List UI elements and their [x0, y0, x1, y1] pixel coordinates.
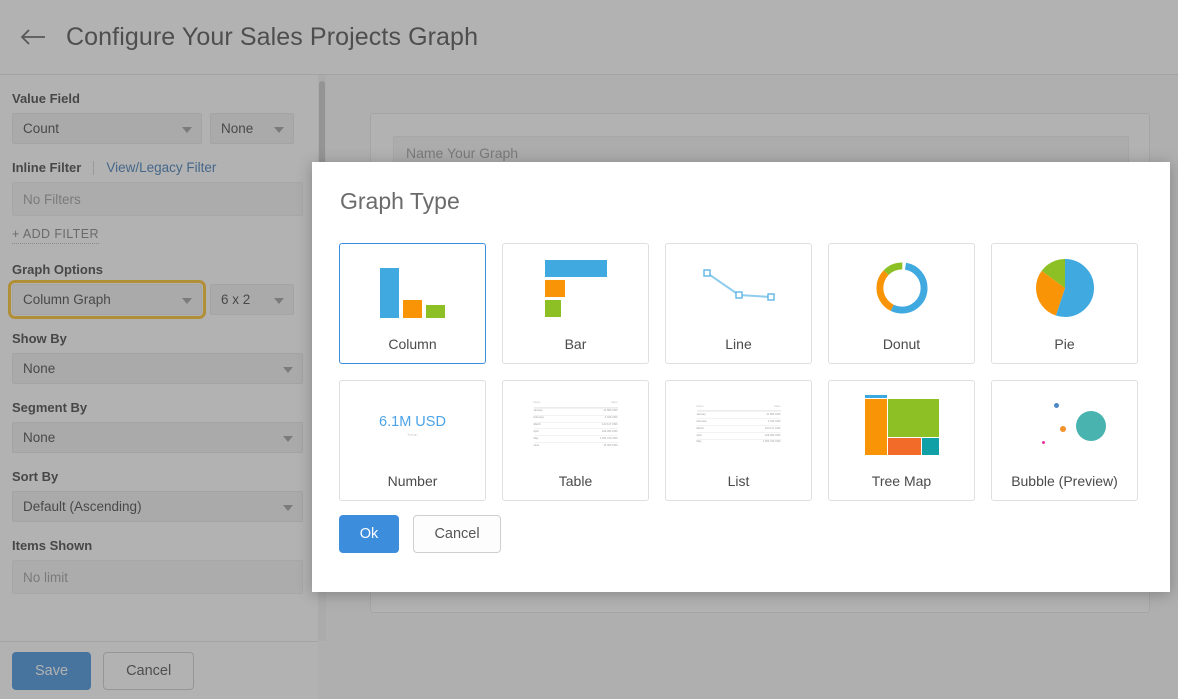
table-row: June 15 450 USD	[533, 442, 618, 449]
table-cell: May	[533, 436, 539, 440]
graph-type-card-donut[interactable]: Donut	[828, 243, 975, 364]
graph-type-label: Tree Map	[871, 473, 932, 489]
list-item: Name Value	[696, 404, 781, 412]
list-item: May 1 250 740 USD	[696, 438, 781, 446]
table-thumb-grid: Name Value January 41 580 USD February 4…	[533, 401, 618, 449]
app-root: Configure Your Sales Projects Graph Valu…	[0, 0, 1178, 699]
graph-type-card-grid: Column Bar Line Donut Pie 6.1M USD Total…	[339, 243, 1138, 501]
table-header-cell: Value	[611, 401, 618, 405]
treemap-tile	[921, 438, 939, 455]
modal-cancel-button[interactable]: Cancel	[413, 515, 501, 553]
list-item: February 4 040 USD	[696, 418, 781, 425]
graph-type-card-bubble[interactable]: Bubble (Preview)	[991, 380, 1138, 501]
bubble-chart-thumb	[992, 389, 1137, 461]
graph-type-modal: Graph Type Column Bar Line Donut Pie 6.1…	[312, 162, 1170, 592]
graph-type-label: Table	[558, 473, 593, 489]
treemap-tile	[887, 399, 939, 437]
treemap-tile	[864, 399, 887, 455]
number-thumb: 6.1M USD Total	[340, 389, 485, 461]
graph-type-label: Donut	[882, 336, 921, 352]
table-row: May 1 250 740 USD	[533, 435, 618, 442]
table-header-cell: Name	[533, 401, 541, 405]
graph-type-card-line[interactable]: Line	[665, 243, 812, 364]
table-cell: February	[533, 416, 544, 420]
table-cell: June	[533, 443, 540, 447]
modal-actions: Ok Cancel	[339, 515, 501, 553]
graph-type-label: Number	[387, 473, 438, 489]
table-row: January 41 580 USD	[533, 407, 618, 415]
list-item: January 41 580 USD	[696, 411, 781, 418]
pie-chart-thumb	[992, 252, 1137, 324]
graph-type-label: Bar	[564, 336, 587, 352]
list-cell: April	[696, 433, 702, 437]
table-cell: 123 117 USD	[602, 423, 618, 427]
graph-type-card-number[interactable]: 6.1M USD Total Number	[339, 380, 486, 501]
line-chart-thumb	[666, 252, 811, 324]
table-cell: April	[533, 430, 539, 434]
modal-title: Graph Type	[340, 188, 460, 214]
graph-type-card-column[interactable]: Column	[339, 243, 486, 364]
list-cell: 123 117 USD	[765, 426, 781, 430]
treemap-tile	[887, 438, 921, 455]
list-cell: 109 280 USD	[764, 433, 781, 437]
donut-chart-thumb	[829, 252, 974, 324]
bar-segment	[380, 268, 399, 318]
list-cell: February	[696, 419, 707, 423]
graph-type-label: Pie	[1054, 336, 1075, 352]
graph-type-card-table[interactable]: Name Value January 41 580 USD February 4…	[502, 380, 649, 501]
column-chart-thumb	[340, 252, 485, 324]
bubble-marker	[1075, 411, 1106, 441]
graph-type-card-pie[interactable]: Pie	[991, 243, 1138, 364]
bar-chart-thumb	[503, 252, 648, 324]
list-item: April 109 280 USD	[696, 431, 781, 439]
list-header-cell: Value	[774, 404, 781, 408]
treemap-tile	[864, 395, 887, 398]
graph-type-card-tree-map[interactable]: Tree Map	[828, 380, 975, 501]
list-cell: January	[696, 412, 706, 416]
bar-segment	[426, 305, 445, 318]
number-thumb-value: 6.1M USD	[379, 413, 446, 430]
graph-type-label: Bubble (Preview)	[1011, 473, 1118, 489]
table-cell: 4 040 USD	[604, 416, 618, 420]
table-row: Name Value	[533, 401, 618, 408]
bar-segment	[544, 299, 561, 317]
list-cell: March	[696, 426, 704, 430]
bar-segment	[544, 259, 607, 277]
table-cell: 15 450 USD	[603, 443, 618, 447]
list-cell: May	[696, 440, 702, 444]
list-cell: 4 040 USD	[767, 419, 781, 423]
table-row: April 109 280 USD	[533, 428, 618, 435]
bar-segment	[544, 279, 565, 297]
graph-type-label: Column	[388, 336, 437, 352]
list-header-cell: Name	[696, 404, 704, 408]
bubble-marker	[1059, 426, 1066, 432]
table-cell: 41 580 USD	[603, 409, 618, 413]
table-cell: 109 280 USD	[601, 430, 618, 434]
table-row: February 4 040 USD	[533, 414, 618, 422]
graph-type-label: Line	[725, 336, 752, 352]
graph-type-card-list[interactable]: Name Value January 41 580 USD February 4…	[665, 380, 812, 501]
bubble-marker	[1053, 403, 1059, 408]
ok-button[interactable]: Ok	[339, 515, 399, 553]
bubble-marker	[1041, 441, 1045, 444]
table-cell: 1 250 740 USD	[599, 436, 618, 440]
number-thumb-sub: Total	[407, 431, 418, 437]
table-cell: March	[533, 423, 541, 427]
list-cell: 41 580 USD	[766, 412, 781, 416]
graph-type-card-bar[interactable]: Bar	[502, 243, 649, 364]
table-row: March 123 117 USD	[533, 421, 618, 429]
bar-segment	[403, 300, 422, 318]
list-thumb-grid: Name Value January 41 580 USD February 4…	[696, 404, 781, 446]
list-thumb: Name Value January 41 580 USD February 4…	[666, 389, 811, 461]
table-cell: January	[533, 409, 543, 413]
list-cell: 1 250 740 USD	[762, 440, 781, 444]
graph-type-label: List	[727, 473, 750, 489]
list-item: March 123 117 USD	[696, 425, 781, 432]
table-thumb: Name Value January 41 580 USD February 4…	[503, 389, 648, 461]
tree-map-thumb	[829, 389, 974, 461]
